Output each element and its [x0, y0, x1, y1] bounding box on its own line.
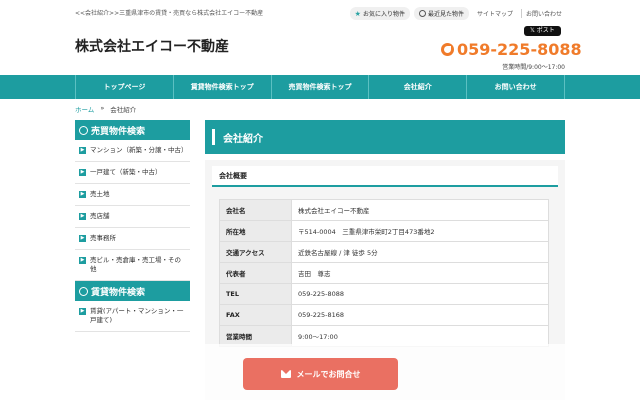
sidebar-item-rental[interactable]: ▶ 賃貸(アパート・マンション・一戸建て): [75, 301, 190, 332]
table-row: TEL 059-225-8088: [219, 283, 549, 305]
page-title: 会社紹介: [223, 133, 263, 145]
top-bar: <<会社紹介>>三重県津市の賃貸・売買なら株式会社エイコー不動産 ★ お気に入り…: [0, 0, 640, 26]
utility-links: ★ お気に入り物件 最近見た物件 サイトマップ お問い合わせ: [349, 7, 566, 20]
table-row: 代表者 吉田 尊志: [219, 262, 549, 284]
sidebar-item-land[interactable]: ▶ 売土地: [75, 184, 190, 206]
mail-contact-button[interactable]: メールでお問合せ: [243, 358, 398, 390]
sale-search-heading: 売買物件検索: [75, 120, 190, 140]
rent-search-list: ▶ 賃貸(アパート・マンション・一戸建て): [75, 301, 190, 332]
nav-item-rent-search[interactable]: 賃貸物件検索トップ: [172, 75, 271, 99]
nav-item-contact[interactable]: お問い合わせ: [466, 75, 565, 99]
rent-search-heading: 賃貸物件検索: [75, 281, 190, 301]
business-hours: 営業時間/9:00～17:00: [502, 64, 565, 71]
contact-link[interactable]: お問い合わせ: [520, 9, 566, 18]
global-nav: トップページ 賃貸物件検索トップ 売買物件検索トップ 会社紹介 お問い合わせ: [0, 75, 640, 99]
phone-number[interactable]: 059-225-8088: [441, 40, 582, 59]
sidebar-item-mansion[interactable]: ▶ マンション（新築・分譲・中古）: [75, 140, 190, 162]
phone-icon: [441, 43, 454, 56]
search-icon: [79, 286, 88, 296]
chevron-right-icon: ▶: [79, 191, 86, 198]
sitemap-link[interactable]: サイトマップ: [473, 9, 517, 18]
favorites-button[interactable]: ★ お気に入り物件: [349, 7, 410, 20]
table-row: FAX 059-225-8168: [219, 304, 549, 326]
table-row: 会社名 株式会社エイコー不動産: [219, 199, 549, 221]
sale-search-list: ▶ マンション（新築・分譲・中古） ▶ 一戸建て（新築・中古） ▶ 売土地 ▶ 売店舗 …: [75, 140, 190, 281]
company-info-table: 会社名 株式会社エイコー不動産 所在地 〒514-0004 三重県津市栄町2丁目47…: [219, 199, 549, 347]
chevron-right-icon: ▶: [79, 147, 86, 154]
recent-viewed-button[interactable]: 最近見た物件: [413, 7, 469, 20]
mail-icon: [280, 370, 291, 378]
x-post-button[interactable]: 𝕏 ポスト: [524, 26, 561, 36]
page-title-bar: 会社紹介: [205, 120, 565, 154]
breadcrumb-home[interactable]: ホーム: [75, 104, 94, 114]
chevron-right-icon: ▶: [79, 213, 86, 220]
site-logo[interactable]: 株式会社エイコー不動産: [75, 36, 229, 56]
sidebar-item-store[interactable]: ▶ 売店舗: [75, 206, 190, 228]
breadcrumb-separator: »: [100, 104, 105, 112]
title-accent-bar: [212, 129, 215, 145]
chevron-right-icon: ▶: [79, 308, 86, 315]
x-icon: 𝕏: [530, 27, 537, 34]
chevron-right-icon: ▶: [79, 235, 86, 242]
section-heading: 会社概要: [212, 166, 558, 187]
star-icon: ★: [354, 9, 361, 18]
table-row: 交通アクセス 近鉄名古屋線 / 津 徒歩 5分: [219, 241, 549, 263]
nav-item-sale-search[interactable]: 売買物件検索トップ: [270, 75, 369, 99]
sidebar: 売買物件検索 ▶ マンション（新築・分譲・中古） ▶ 一戸建て（新築・中古） ▶ 売土…: [75, 120, 190, 332]
table-row: 所在地 〒514-0004 三重県津市栄町2丁目473番地2: [219, 220, 549, 242]
clock-icon: [418, 10, 426, 17]
nav-item-top[interactable]: トップページ: [75, 75, 173, 99]
chevron-right-icon: ▶: [79, 169, 86, 176]
sidebar-item-office[interactable]: ▶ 売事務所: [75, 228, 190, 250]
site-tagline: <<会社紹介>>三重県津市の賃貸・売買なら株式会社エイコー不動産: [75, 10, 264, 17]
chevron-right-icon: ▶: [79, 257, 86, 264]
breadcrumb-current: 会社紹介: [110, 106, 137, 114]
breadcrumb: ホーム » 会社紹介: [75, 104, 136, 114]
sidebar-item-house[interactable]: ▶ 一戸建て（新築・中古）: [75, 162, 190, 184]
nav-item-company[interactable]: 会社紹介: [368, 75, 466, 99]
sidebar-item-building[interactable]: ▶ 売ビル・売倉庫・売工場・その他: [75, 250, 190, 281]
search-icon: [79, 125, 88, 135]
